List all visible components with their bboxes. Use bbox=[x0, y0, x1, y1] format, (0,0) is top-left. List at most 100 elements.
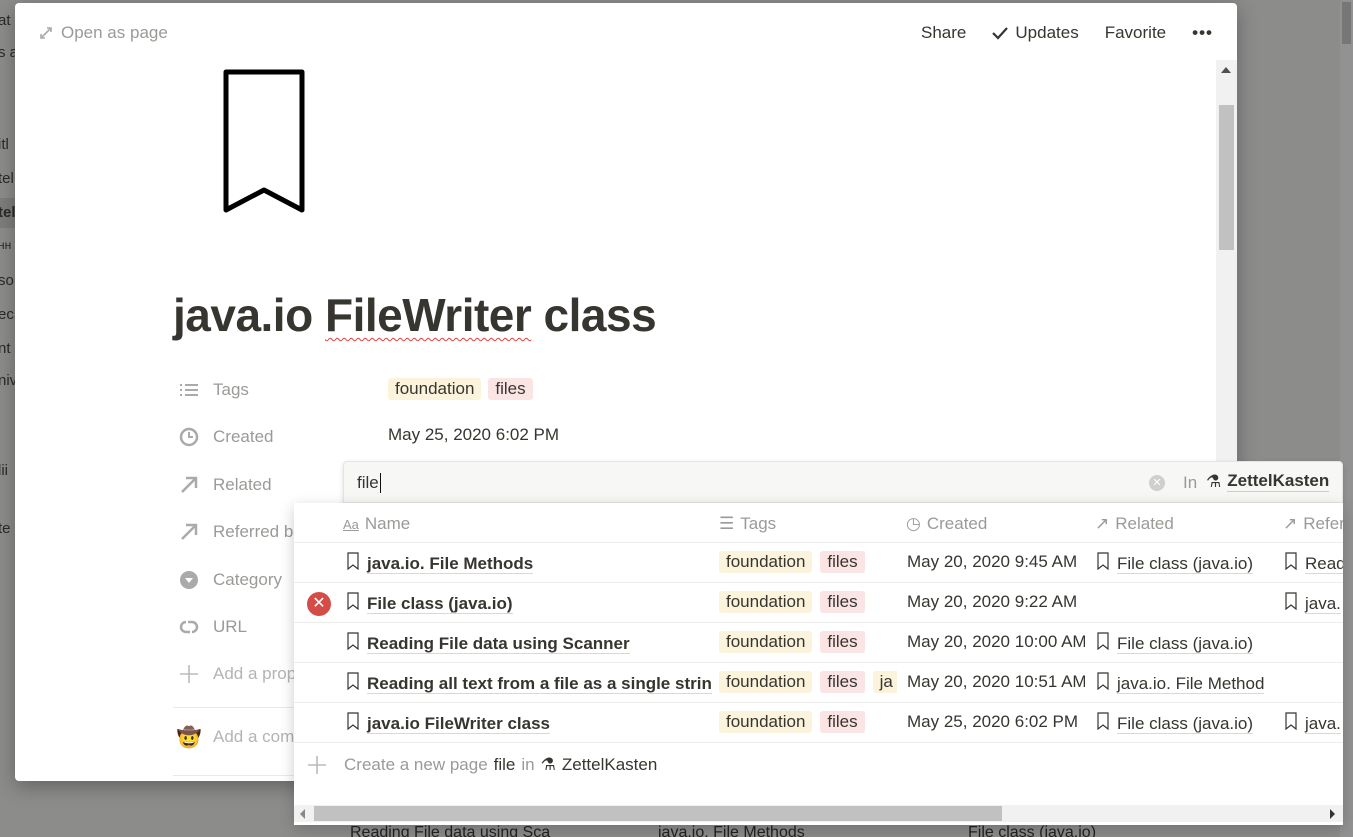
tag-foundation: foundation bbox=[719, 591, 813, 613]
result-row[interactable]: java.io FileWriter class foundation files M… bbox=[294, 703, 1343, 743]
open-as-page-label: Open as page bbox=[61, 23, 168, 42]
bookmark-icon bbox=[1097, 632, 1109, 655]
result-row[interactable]: ✕ File class (java.io) foundation files May … bbox=[294, 583, 1343, 623]
bg-text: at bbox=[0, 12, 11, 29]
bg-text: lii bbox=[0, 462, 8, 479]
page-title[interactable]: java.io FileWriter class bbox=[173, 288, 657, 342]
open-as-page-button[interactable]: Open as page bbox=[39, 23, 168, 43]
result-row[interactable]: Reading File data using Scanner foundatio… bbox=[294, 623, 1343, 663]
bg-text: java.io. File Methods bbox=[658, 824, 805, 837]
clock-icon: ◷ bbox=[906, 514, 921, 533]
create-label: Create a new page bbox=[344, 755, 488, 774]
result-name[interactable]: java.io. File Methods bbox=[367, 554, 534, 574]
share-button[interactable]: Share bbox=[921, 23, 966, 43]
property-label: Tags bbox=[213, 380, 249, 399]
related-link[interactable]: File class (java.io) bbox=[1117, 554, 1254, 574]
created-value: May 20, 2020 10:51 AM bbox=[907, 672, 1085, 691]
column-name: Aa Name bbox=[343, 514, 411, 533]
add-comment-input[interactable]: 🤠 Add a com bbox=[177, 725, 295, 749]
list-icon: ☰ bbox=[719, 514, 735, 533]
result-name[interactable]: Reading File data using Scanner bbox=[367, 634, 630, 654]
bg-text: s a bbox=[0, 44, 15, 61]
property-url[interactable]: URL bbox=[178, 615, 247, 639]
modal-scrollbar[interactable] bbox=[1216, 60, 1237, 470]
comment-placeholder: Add a com bbox=[213, 727, 295, 746]
bookmark-icon bbox=[347, 712, 359, 735]
tag-ja: ja bbox=[872, 671, 897, 693]
in-label: In bbox=[1183, 473, 1198, 492]
column-tags: ☰ Tags bbox=[719, 514, 777, 533]
related-link[interactable]: java.io. File Method bbox=[1117, 674, 1265, 694]
updates-label: Updates bbox=[1015, 23, 1079, 42]
create-page-button[interactable]: Create a new page file in ⚗ ZettelKasten bbox=[294, 743, 1343, 787]
property-label: Related bbox=[213, 475, 272, 494]
bg-text: tel bbox=[0, 170, 14, 187]
property-category[interactable]: Category bbox=[178, 568, 282, 592]
relation-search: file ✕ In ⚗ ZettelKasten bbox=[343, 461, 1343, 503]
property-created[interactable]: Created bbox=[178, 425, 273, 449]
referred-link[interactable]: java. bbox=[1305, 714, 1341, 734]
tag-files: files bbox=[820, 631, 865, 653]
horizontal-scrollbar[interactable] bbox=[294, 805, 1343, 822]
clock-icon bbox=[178, 426, 200, 448]
tag-files: files bbox=[488, 378, 533, 400]
result-name[interactable]: Reading all text from a file as a single… bbox=[367, 674, 712, 694]
clear-search-icon[interactable]: ✕ bbox=[1149, 475, 1165, 491]
property-related[interactable]: Related bbox=[178, 473, 272, 497]
property-tags[interactable]: Tags bbox=[178, 378, 249, 402]
remove-relation-icon[interactable]: ✕ bbox=[307, 592, 331, 616]
search-results: Aa Name ☰ Tags ◷ Created ↗ Related ↗ Refer ja… bbox=[294, 503, 1343, 825]
add-property-button[interactable]: Add a prop bbox=[178, 662, 296, 686]
created-value: May 20, 2020 9:45 AM bbox=[907, 552, 1078, 571]
workspace-selector[interactable]: ⚗ ZettelKasten bbox=[1206, 471, 1330, 492]
bookmark-icon bbox=[1097, 672, 1109, 695]
bookmark-icon bbox=[1285, 592, 1297, 615]
related-link[interactable]: File class (java.io) bbox=[1117, 634, 1254, 654]
tag-foundation: foundation bbox=[719, 671, 813, 693]
result-name[interactable]: java.io FileWriter class bbox=[367, 714, 550, 734]
property-label: URL bbox=[213, 617, 248, 636]
bookmark-icon bbox=[1097, 712, 1109, 735]
result-row[interactable]: Reading all text from a file as a single… bbox=[294, 663, 1343, 703]
property-referred-by[interactable]: Referred b bbox=[178, 520, 293, 544]
created-value: May 25, 2020 6:02 PM bbox=[388, 425, 560, 444]
arrow-up-right-icon: ↗ bbox=[1283, 514, 1298, 533]
updates-button[interactable]: Updates bbox=[992, 23, 1079, 43]
column-related: ↗ Related bbox=[1095, 514, 1174, 533]
search-input[interactable]: file bbox=[357, 473, 381, 493]
expand-icon bbox=[40, 27, 52, 39]
bg-text: itl bbox=[0, 136, 9, 153]
result-row[interactable]: java.io. File Methods foundation files May … bbox=[294, 543, 1343, 583]
create-in: in bbox=[521, 755, 535, 774]
flask-icon: ⚗ bbox=[540, 755, 556, 774]
bookmark-icon bbox=[347, 632, 359, 655]
results-header: Aa Name ☰ Tags ◷ Created ↗ Related ↗ Refer bbox=[294, 503, 1343, 543]
bookmark-icon bbox=[1285, 552, 1297, 575]
tags-value[interactable]: foundation files bbox=[388, 378, 533, 400]
tag-foundation: foundation bbox=[388, 378, 482, 400]
bookmark-icon[interactable] bbox=[222, 69, 306, 217]
tag-foundation: foundation bbox=[719, 631, 813, 653]
bg-text: нн bbox=[0, 238, 12, 252]
plus-icon bbox=[308, 756, 326, 774]
favorite-button[interactable]: Favorite bbox=[1105, 23, 1166, 43]
column-created: ◷ Created bbox=[906, 514, 988, 533]
bg-text: Reading File data using Sca bbox=[350, 824, 551, 837]
bg-text: File class (java.io) bbox=[968, 824, 1097, 837]
related-link[interactable]: File class (java.io) bbox=[1117, 714, 1254, 734]
add-property-label: Add a prop bbox=[213, 664, 297, 683]
select-icon bbox=[178, 569, 200, 591]
bookmark-icon bbox=[347, 552, 359, 575]
more-options-button[interactable]: ••• bbox=[1192, 23, 1213, 43]
arrow-up-right-icon bbox=[178, 474, 200, 496]
bg-text: nt bbox=[0, 340, 11, 357]
property-label: Created bbox=[213, 427, 274, 446]
property-label: Referred b bbox=[213, 522, 294, 541]
referred-link[interactable]: java. bbox=[1305, 594, 1341, 614]
bg-text: niv bbox=[0, 372, 15, 389]
referred-link[interactable]: Read bbox=[1305, 554, 1343, 574]
bg-text: te bbox=[0, 520, 11, 537]
result-name[interactable]: File class (java.io) bbox=[367, 594, 513, 614]
bg-text: so bbox=[0, 272, 14, 289]
property-label: Category bbox=[213, 570, 282, 589]
